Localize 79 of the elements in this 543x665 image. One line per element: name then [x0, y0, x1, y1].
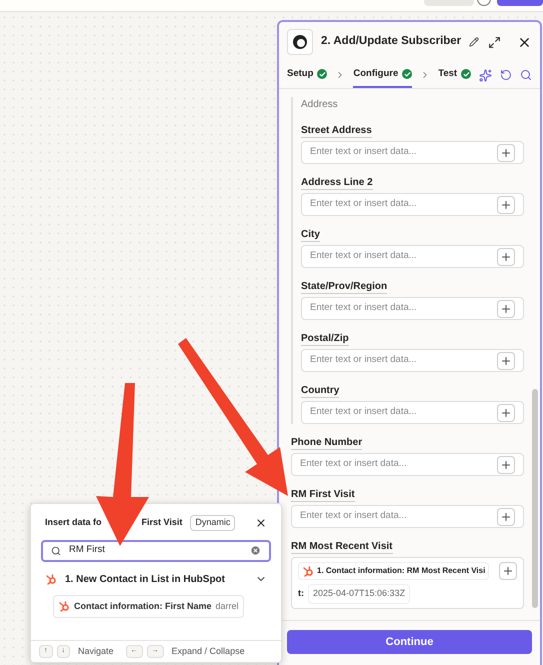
sparkle-icon: [479, 68, 492, 82]
field-label: RM First Visit: [291, 488, 355, 502]
hint-label: Navigate: [78, 644, 114, 658]
field-label: Street Address: [301, 124, 372, 138]
field-label: Country: [301, 384, 340, 398]
search-icon: [520, 69, 532, 81]
field-label: City: [301, 228, 320, 242]
input-field[interactable]: Enter text or insert data...: [301, 141, 524, 164]
insert-button[interactable]: [497, 404, 515, 422]
popup-title: First Visit: [142, 516, 182, 529]
plus-icon: [500, 406, 512, 418]
group-label: Address: [301, 98, 339, 112]
input-field[interactable]: Enter text or insert data...: [301, 349, 524, 372]
field-label: RM Most Recent Visit: [291, 540, 392, 554]
plus-icon: [500, 302, 512, 314]
field-value: 2025-04-07T15:06:33Z: [308, 584, 410, 604]
check-icon: [317, 69, 328, 79]
clear-icon: [250, 545, 261, 556]
search-field[interactable]: RM First: [41, 540, 271, 562]
input-field[interactable]: Enter text or insert data...: [291, 453, 524, 476]
input-field[interactable]: Enter text or insert data...: [301, 401, 524, 424]
text-input: Enter text or insert data...: [300, 509, 497, 524]
panel-title: 2. Add/Update Subscriber: [321, 34, 462, 50]
plus-icon: [500, 198, 512, 210]
plus-icon: [502, 565, 514, 577]
insert-button[interactable]: [497, 300, 515, 318]
text-input: Enter text or insert data...: [310, 301, 497, 316]
input-field[interactable]: Enter text or insert data...: [301, 193, 524, 216]
search-value: RM First: [69, 543, 105, 558]
popup-title: Insert data fo: [45, 516, 102, 529]
group-title[interactable]: 1. New Contact in List in HubSpot: [65, 572, 225, 586]
insert-button[interactable]: [497, 144, 515, 162]
step-tab[interactable]: Setup: [287, 62, 328, 88]
close-icon: [255, 516, 267, 529]
insert-button[interactable]: [497, 196, 515, 214]
option-label: Contact information: First Name: [74, 600, 212, 612]
plus-icon: [500, 458, 512, 470]
text-input: Enter text or insert data...: [310, 249, 497, 264]
text-input: Enter text or insert data...: [310, 145, 497, 160]
undo-icon: [500, 69, 512, 81]
dynamic-badge: Dynamic: [190, 515, 236, 530]
plus-icon: [500, 354, 512, 366]
data-pill[interactable]: 1. Contact information: RM Most Recent Visi: [298, 562, 490, 580]
insert-button[interactable]: [497, 508, 515, 526]
check-icon: [461, 69, 472, 79]
data-option[interactable]: Contact information: First Name darrel: [53, 594, 244, 618]
edit-icon: [469, 37, 480, 47]
field-label: Address Line 2: [301, 176, 373, 190]
text-input: Enter text or insert data...: [310, 405, 497, 420]
step-tab[interactable]: Configure: [353, 62, 412, 88]
text-input: Enter text or insert data...: [300, 457, 497, 472]
insert-button[interactable]: [499, 562, 517, 580]
search-icon: [51, 546, 61, 556]
input-field[interactable]: Enter text or insert data...: [291, 505, 524, 528]
insert-button[interactable]: [497, 456, 515, 474]
input-field[interactable]: Enter text or insert data...: [301, 245, 524, 268]
step-tab[interactable]: Test: [438, 62, 472, 88]
option-value: darrel: [216, 600, 239, 612]
text-input: Enter text or insert data...: [310, 197, 497, 212]
insert-button[interactable]: [497, 248, 515, 266]
hubspot-icon: [302, 565, 314, 577]
insert-button[interactable]: [497, 352, 515, 370]
plus-icon: [500, 510, 512, 522]
plus-icon: [500, 146, 512, 158]
input-field[interactable]: 1. Contact information: RM Most Recent Visi t: 2025-04-07T15:06:33Z: [291, 557, 524, 608]
hubspot-icon: [45, 573, 57, 585]
continue-button[interactable]: Continue: [287, 630, 532, 654]
expand-icon: [488, 36, 501, 48]
hint-label: Expand / Collapse: [172, 644, 245, 658]
check-icon: [402, 69, 412, 79]
field-label: Postal/Zip: [301, 332, 349, 346]
field-label: Phone Number: [291, 436, 362, 450]
plus-icon: [500, 250, 512, 262]
input-field[interactable]: Enter text or insert data...: [301, 297, 524, 320]
field-label: State/Prov/Region: [301, 280, 388, 294]
scrollbar[interactable]: [532, 389, 538, 608]
hubspot-icon: [58, 600, 70, 612]
pill-text: t:: [298, 587, 304, 600]
text-input: Enter text or insert data...: [310, 353, 497, 368]
